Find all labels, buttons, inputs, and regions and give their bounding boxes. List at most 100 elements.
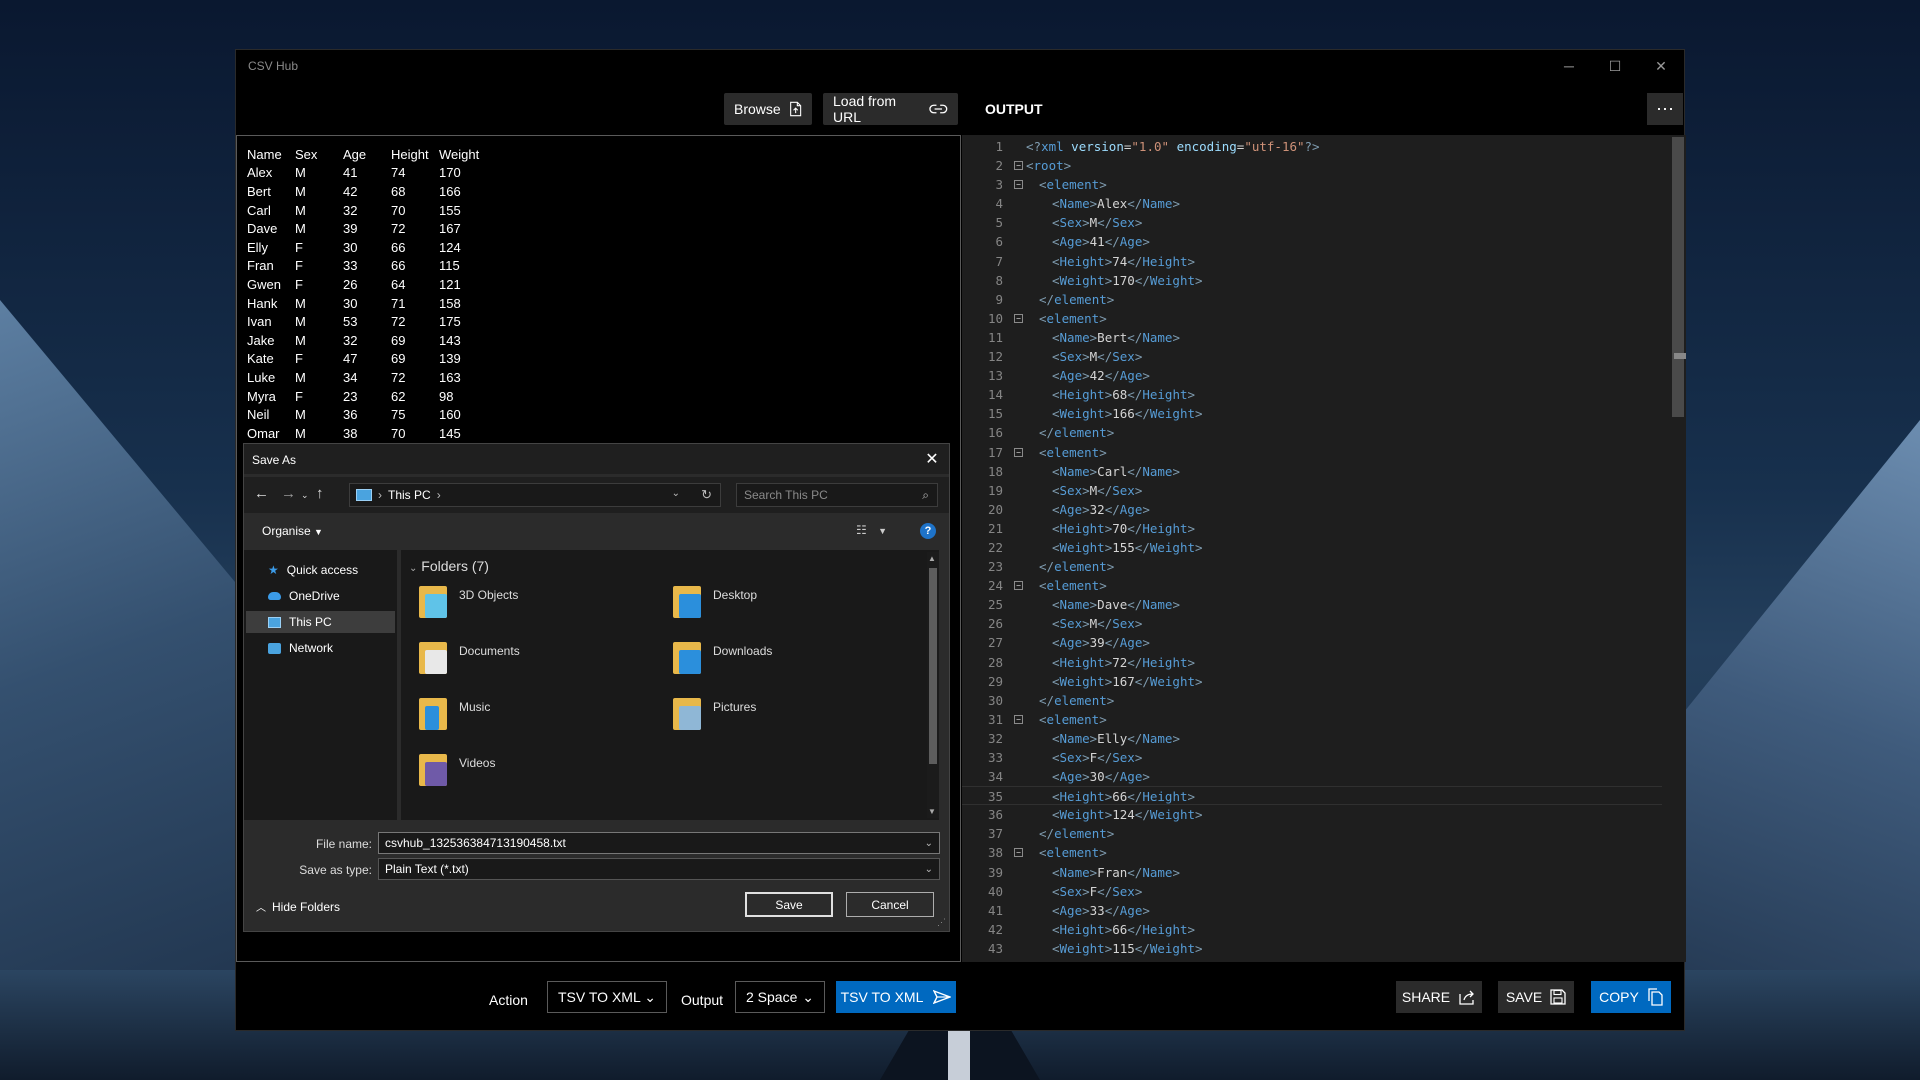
code-line[interactable]: 20 <Age>32</Age> (962, 500, 1662, 519)
chevron-down-icon[interactable]: ⌄ (925, 838, 933, 849)
folder-downloads[interactable]: Downloads (671, 638, 772, 676)
code-line[interactable]: 35 <Height>66</Height> (962, 786, 1662, 806)
close-button[interactable]: ✕ (1638, 50, 1684, 82)
code-line[interactable]: 1 <?xml version="1.0" encoding="utf-16"?> (962, 137, 1662, 156)
resize-grip-icon[interactable]: ⋰ (937, 917, 946, 928)
share-button[interactable]: SHARE (1396, 981, 1482, 1013)
code-line[interactable]: 42 <Height>66</Height> (962, 920, 1662, 939)
code-line[interactable]: 13 <Age>42</Age> (962, 366, 1662, 385)
folders-group-header[interactable]: ⌄ Folders (7) (409, 558, 489, 574)
scrollbar-thumb[interactable] (929, 568, 937, 764)
code-line[interactable]: 30 </element> (962, 691, 1662, 710)
save-button[interactable]: SAVE (1498, 981, 1574, 1013)
forward-arrow-icon[interactable]: → (281, 485, 296, 502)
back-arrow-icon[interactable]: ← (254, 485, 269, 502)
maximize-button[interactable]: ☐ (1592, 50, 1638, 82)
recent-locations-chevron-icon[interactable]: ⌄ (301, 490, 309, 501)
code-line[interactable]: 25 <Name>Dave</Name> (962, 595, 1662, 614)
up-arrow-icon[interactable]: ↑ (316, 485, 324, 502)
address-bar[interactable]: › This PC › ⌄ ↻ (349, 483, 721, 507)
code-line[interactable]: 8 <Weight>170</Weight> (962, 271, 1662, 290)
folder-pane-scrollbar[interactable]: ▲ ▼ (927, 552, 939, 818)
action-dropdown[interactable]: TSV TO XML ⌄ (547, 981, 667, 1013)
code-line[interactable]: 41 <Age>33</Age> (962, 901, 1662, 920)
address-dropdown-icon[interactable]: ⌄ (672, 488, 680, 499)
fold-toggle-icon[interactable]: − (1014, 161, 1023, 171)
copy-button[interactable]: COPY (1591, 981, 1671, 1013)
code-line[interactable]: 36 <Weight>124</Weight> (962, 805, 1662, 824)
nav-item-quick-access[interactable]: ★ Quick access (246, 559, 395, 581)
code-line[interactable]: 39 <Name>Fran</Name> (962, 863, 1662, 882)
code-line[interactable]: 9 </element> (962, 290, 1662, 309)
minimize-button[interactable]: ─ (1546, 50, 1592, 82)
hide-folders-button[interactable]: ︿ Hide Folders (256, 899, 340, 915)
code-line[interactable]: 22 <Weight>155</Weight> (962, 538, 1662, 557)
fold-toggle-icon[interactable]: − (1014, 180, 1023, 190)
organise-menu-button[interactable]: Organise ▼ (262, 524, 323, 538)
code-line[interactable]: 11 <Name>Bert</Name> (962, 328, 1662, 347)
scroll-down-icon[interactable]: ▼ (928, 807, 936, 816)
code-line[interactable]: 28 <Height>72</Height> (962, 653, 1662, 672)
nav-item-onedrive[interactable]: OneDrive (246, 585, 395, 607)
dialog-cancel-button[interactable]: Cancel (846, 892, 934, 917)
code-line[interactable]: 34 <Age>30</Age> (962, 767, 1662, 786)
fold-toggle-icon[interactable]: − (1014, 447, 1023, 457)
code-line[interactable]: 6 <Age>41</Age> (962, 232, 1662, 251)
code-line[interactable]: 33 <Sex>F</Sex> (962, 748, 1662, 767)
folder-pictures[interactable]: Pictures (671, 694, 756, 732)
refresh-icon[interactable]: ↻ (701, 487, 712, 503)
code-line[interactable]: 37 </element> (962, 824, 1662, 843)
folder-music[interactable]: Music (417, 694, 490, 732)
code-line[interactable]: 32 <Name>Elly</Name> (962, 729, 1662, 748)
code-line[interactable]: 5 <Sex>M</Sex> (962, 213, 1662, 232)
folder-videos[interactable]: Videos (417, 750, 495, 788)
fold-toggle-icon[interactable]: − (1014, 848, 1023, 858)
nav-item-this-pc[interactable]: This PC (246, 611, 395, 633)
browse-button[interactable]: Browse (724, 93, 812, 125)
title-bar: CSV Hub ─ ☐ ✕ (236, 50, 1684, 82)
code-line[interactable]: 21 <Height>70</Height> (962, 519, 1662, 538)
folder-documents[interactable]: Documents (417, 638, 520, 676)
code-line[interactable]: 19 <Sex>M</Sex> (962, 481, 1662, 500)
code-line[interactable]: 40 <Sex>F</Sex> (962, 882, 1662, 901)
code-line[interactable]: 7 <Height>74</Height> (962, 252, 1662, 271)
code-line[interactable]: 10 − <element> (962, 309, 1662, 328)
code-line[interactable]: 38 − <element> (962, 843, 1662, 862)
dialog-close-icon[interactable]: ✕ (921, 448, 943, 470)
save-type-dropdown[interactable]: Plain Text (*.txt) ⌄ (378, 858, 940, 880)
load-from-url-button[interactable]: Load from URL (823, 93, 958, 125)
code-line[interactable]: 31 − <element> (962, 710, 1662, 729)
change-view-button[interactable]: ☷ ▼ (856, 523, 887, 537)
file-name-input[interactable]: csvhub_132536384713190458.txt ⌄ (378, 832, 940, 854)
code-line[interactable]: 26 <Sex>M</Sex> (962, 614, 1662, 633)
dialog-save-button[interactable]: Save (745, 892, 833, 917)
code-line[interactable]: 29 <Weight>167</Weight> (962, 672, 1662, 691)
folder-3d-objects[interactable]: 3D Objects (417, 582, 518, 620)
code-line[interactable]: 24 − <element> (962, 576, 1662, 595)
help-icon[interactable]: ? (920, 523, 936, 539)
code-line[interactable]: 27 <Age>39</Age> (962, 633, 1662, 652)
code-line[interactable]: 12 <Sex>M</Sex> (962, 347, 1662, 366)
code-line[interactable]: 15 <Weight>166</Weight> (962, 404, 1662, 423)
code-line[interactable]: 16 </element> (962, 423, 1662, 442)
code-line[interactable]: 2 − <root> (962, 156, 1662, 175)
code-line[interactable]: 4 <Name>Alex</Name> (962, 194, 1662, 213)
output-format-dropdown[interactable]: 2 Space ⌄ (735, 981, 825, 1013)
nav-item-network[interactable]: Network (246, 637, 395, 659)
convert-button[interactable]: TSV TO XML (836, 981, 956, 1013)
editor-scrollbar[interactable] (1672, 137, 1684, 417)
fold-toggle-icon[interactable]: − (1014, 581, 1023, 591)
folder-desktop[interactable]: Desktop (671, 582, 757, 620)
code-line[interactable]: 18 <Name>Carl</Name> (962, 462, 1662, 481)
code-line[interactable]: 43 <Weight>115</Weight> (962, 939, 1662, 958)
more-options-button[interactable]: ⋯ (1647, 93, 1683, 125)
code-line[interactable]: 14 <Height>68</Height> (962, 385, 1662, 404)
code-line[interactable]: 23 </element> (962, 557, 1662, 576)
search-input[interactable]: Search This PC ⌕ (736, 483, 938, 507)
fold-toggle-icon[interactable]: − (1014, 313, 1023, 323)
xml-output-editor[interactable]: 1 <?xml version="1.0" encoding="utf-16"?>… (962, 135, 1686, 962)
code-line[interactable]: 3 − <element> (962, 175, 1662, 194)
fold-toggle-icon[interactable]: − (1014, 714, 1023, 724)
code-line[interactable]: 17 − <element> (962, 443, 1662, 462)
scroll-up-icon[interactable]: ▲ (928, 554, 936, 563)
